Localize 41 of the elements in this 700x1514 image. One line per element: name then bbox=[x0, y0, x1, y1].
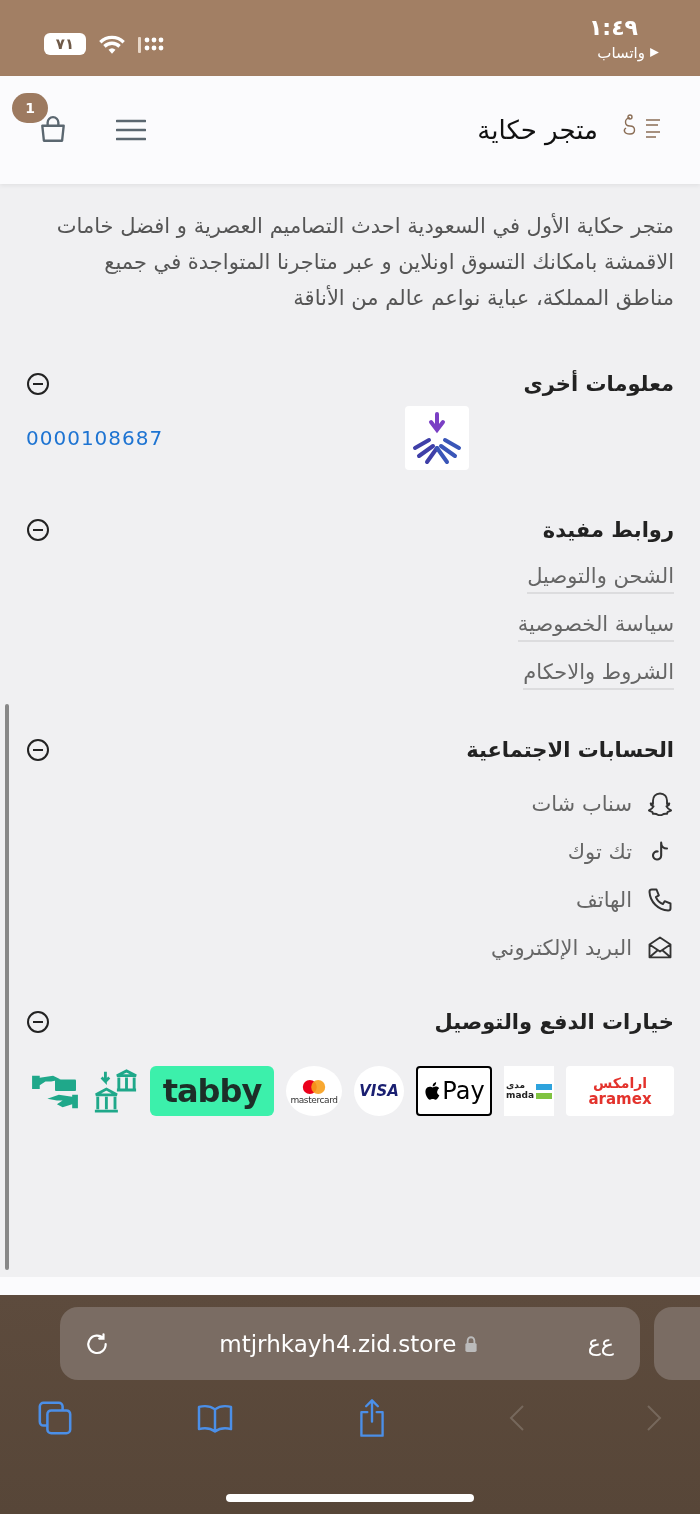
footer-link[interactable]: الشحن والتوصيل bbox=[527, 564, 674, 594]
mastercard-logo: mastercard bbox=[286, 1066, 342, 1116]
collapse-icon[interactable] bbox=[26, 738, 50, 762]
section-title: معلومات أخرى bbox=[523, 372, 674, 396]
back-to-app-link[interactable]: واتساب bbox=[597, 43, 660, 62]
signal-icon bbox=[138, 35, 166, 53]
cart-count-badge: 1 bbox=[12, 93, 48, 123]
bookmarks-icon[interactable] bbox=[195, 1402, 235, 1434]
ghost-icon bbox=[646, 790, 674, 818]
apple-pay-logo: Pay bbox=[416, 1066, 492, 1116]
social-link[interactable]: تك توك bbox=[567, 838, 674, 866]
social-link[interactable]: البريد الإلكتروني bbox=[491, 934, 674, 962]
collapse-icon[interactable] bbox=[26, 372, 50, 396]
collapse-icon[interactable] bbox=[26, 518, 50, 542]
reload-icon[interactable] bbox=[84, 1330, 110, 1357]
shopping-bag-icon[interactable] bbox=[38, 115, 68, 145]
footer-link[interactable]: سياسة الخصوصية bbox=[517, 612, 674, 642]
store-name[interactable]: متجر حكاية bbox=[477, 115, 598, 145]
text-size-button[interactable]: ع‌ع bbox=[587, 1331, 614, 1356]
lock-icon bbox=[464, 1334, 479, 1353]
menu-icon[interactable] bbox=[116, 118, 146, 142]
footer-link[interactable]: الشروط والاحكام bbox=[523, 660, 674, 690]
url-text: mtjrhkayh4.zid.store bbox=[219, 1330, 457, 1357]
tabby-logo: tabby bbox=[150, 1066, 274, 1116]
wifi-icon bbox=[98, 33, 126, 55]
section-title: خيارات الدفع والتوصيل bbox=[434, 1010, 674, 1034]
verification-badge-icon[interactable] bbox=[405, 406, 469, 470]
tabs-icon[interactable] bbox=[36, 1399, 74, 1437]
visa-logo: VISA bbox=[354, 1066, 404, 1116]
store-description: متجر حكاية الأول في السعودية احدث التصاميم العصرية و افضل خامات الاقمشة بامكانك التسوق اونلاين و عبر متاجرنا المتواجدة في جميع مناطق المملكة، عباية نواعم عالم من الأناقة bbox=[55, 212, 674, 312]
registration-number-link[interactable]: 0000108687 bbox=[26, 426, 164, 450]
battery-icon: ٧١ bbox=[44, 33, 86, 55]
back-triangle-icon bbox=[649, 47, 660, 58]
clock-time: ١:٤٩ bbox=[588, 14, 638, 40]
social-link[interactable]: سناب شات bbox=[531, 790, 674, 818]
phone-icon bbox=[646, 886, 674, 914]
collapse-icon[interactable] bbox=[26, 1010, 50, 1034]
section-title: الحسابات الاجتماعية bbox=[466, 738, 674, 762]
bank-transfer-icon bbox=[92, 1068, 138, 1114]
social-link[interactable]: الهاتف bbox=[576, 886, 674, 914]
section-title: روابط مفيدة bbox=[542, 518, 674, 542]
